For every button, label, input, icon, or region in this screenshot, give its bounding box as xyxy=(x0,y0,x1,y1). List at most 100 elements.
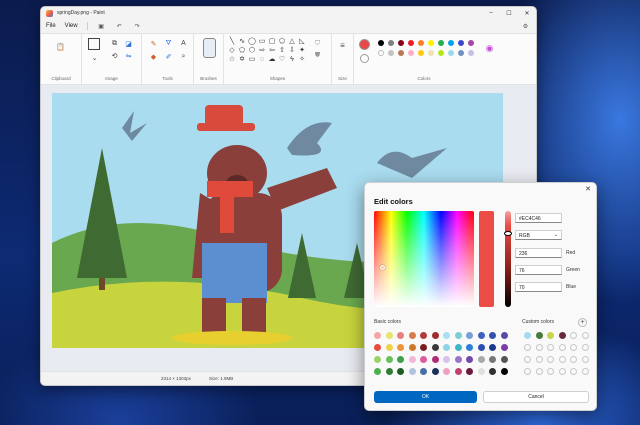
four-point-star-shape-icon[interactable]: ✦ xyxy=(298,47,306,55)
color-picker-icon[interactable]: ✐ xyxy=(164,52,173,61)
custom-color-slot[interactable] xyxy=(547,356,554,363)
diamond-shape-icon[interactable]: ◇ xyxy=(228,47,236,55)
basic-color-swatch[interactable] xyxy=(374,368,381,375)
shape-fill-icon[interactable]: ⛊ xyxy=(313,51,322,60)
luminance-slider[interactable] xyxy=(504,211,512,307)
palette-swatch[interactable] xyxy=(438,40,444,46)
rectangle-shape-icon[interactable]: ▭ xyxy=(258,38,266,46)
hex-input[interactable]: #EC4C46 xyxy=(515,213,562,223)
palette-swatch[interactable] xyxy=(388,40,394,46)
palette-swatch[interactable] xyxy=(398,40,404,46)
basic-color-swatch[interactable] xyxy=(397,344,404,351)
custom-color-slot[interactable] xyxy=(535,368,543,375)
oval-callout-shape-icon[interactable]: ◌ xyxy=(258,56,266,64)
palette-swatch[interactable] xyxy=(438,50,444,56)
basic-color-swatch[interactable] xyxy=(385,344,393,351)
blue-input[interactable]: 70 xyxy=(515,282,562,292)
slider-knob[interactable] xyxy=(504,231,512,236)
down-arrow-shape-icon[interactable]: ⇩ xyxy=(288,47,296,55)
basic-color-swatch[interactable] xyxy=(385,368,393,375)
custom-color-slot[interactable] xyxy=(581,356,589,363)
custom-color-slot[interactable] xyxy=(570,368,577,375)
size-icon[interactable]: ≡ xyxy=(338,41,347,50)
pencil-icon[interactable]: ✎ xyxy=(149,39,158,48)
custom-color-slot[interactable] xyxy=(547,344,554,351)
redo-icon[interactable]: ↷ xyxy=(133,23,142,30)
close-icon[interactable]: ✕ xyxy=(518,7,536,19)
custom-color-slot[interactable] xyxy=(547,368,554,375)
palette-swatch[interactable] xyxy=(388,50,394,56)
palette-swatch[interactable] xyxy=(398,50,404,56)
custom-color-slot[interactable] xyxy=(524,344,531,351)
basic-color-swatch[interactable] xyxy=(374,344,381,351)
basic-color-swatch[interactable] xyxy=(397,356,404,363)
magnifier-icon[interactable]: ⌕ xyxy=(179,52,188,61)
palette-swatch[interactable] xyxy=(408,50,414,56)
palette-swatch[interactable] xyxy=(428,40,434,46)
palette-swatch[interactable] xyxy=(378,40,384,46)
custom-color-slot[interactable] xyxy=(581,332,589,339)
custom-color-slot[interactable] xyxy=(581,368,589,375)
custom-color-slot[interactable] xyxy=(524,368,531,375)
basic-color-swatch[interactable] xyxy=(489,368,496,375)
paste-icon[interactable]: 📋 xyxy=(56,42,65,51)
eraser-icon[interactable]: ◆ xyxy=(149,52,158,61)
resize-icon[interactable]: ◪ xyxy=(124,39,133,48)
basic-color-swatch[interactable] xyxy=(489,356,496,363)
secondary-color[interactable] xyxy=(360,54,369,63)
basic-color-swatch[interactable] xyxy=(477,368,485,375)
basic-color-swatch[interactable] xyxy=(431,332,439,339)
basic-color-swatch[interactable] xyxy=(420,368,427,375)
six-point-star-shape-icon[interactable]: ✡ xyxy=(238,56,246,64)
custom-color-slot[interactable] xyxy=(558,332,566,339)
basic-color-swatch[interactable] xyxy=(443,344,450,351)
primary-color[interactable] xyxy=(359,39,370,50)
custom-color-slot[interactable] xyxy=(570,332,577,339)
custom-color-slot[interactable] xyxy=(524,356,531,363)
basic-color-swatch[interactable] xyxy=(466,344,473,351)
freeform-shape-icon[interactable]: ✧ xyxy=(298,56,306,64)
basic-color-swatch[interactable] xyxy=(454,356,462,363)
right-triangle-shape-icon[interactable]: ◺ xyxy=(298,38,306,46)
basic-color-swatch[interactable] xyxy=(431,344,439,351)
left-arrow-shape-icon[interactable]: ⇦ xyxy=(268,47,276,55)
palette-swatch[interactable] xyxy=(428,50,434,56)
basic-color-swatch[interactable] xyxy=(500,368,508,375)
basic-color-swatch[interactable] xyxy=(397,368,404,375)
basic-color-swatch[interactable] xyxy=(420,344,427,351)
menu-file[interactable]: File xyxy=(46,23,56,29)
basic-color-swatch[interactable] xyxy=(408,356,416,363)
basic-color-swatch[interactable] xyxy=(420,332,427,339)
basic-color-swatch[interactable] xyxy=(374,332,381,339)
color-spectrum[interactable] xyxy=(374,211,474,307)
hexagon-shape-icon[interactable]: ⬡ xyxy=(248,47,256,55)
fill-icon[interactable]: ⛛ xyxy=(164,39,173,48)
basic-color-swatch[interactable] xyxy=(443,356,450,363)
edit-colors-icon[interactable]: ◉ xyxy=(485,43,494,53)
basic-color-swatch[interactable] xyxy=(477,356,485,363)
basic-color-swatch[interactable] xyxy=(477,344,485,351)
line-shape-icon[interactable]: ╲ xyxy=(228,38,236,46)
save-icon[interactable]: ▣ xyxy=(97,23,106,30)
basic-color-swatch[interactable] xyxy=(489,332,496,339)
five-point-star-shape-icon[interactable]: ☆ xyxy=(228,56,236,64)
basic-color-swatch[interactable] xyxy=(408,332,416,339)
spectrum-cursor[interactable] xyxy=(380,265,385,270)
settings-icon[interactable]: ⚙ xyxy=(521,23,530,30)
up-arrow-shape-icon[interactable]: ⇧ xyxy=(278,47,286,55)
undo-icon[interactable]: ↶ xyxy=(115,23,124,30)
brush-icon[interactable] xyxy=(203,38,216,58)
custom-color-slot[interactable] xyxy=(547,332,554,339)
basic-color-swatch[interactable] xyxy=(408,368,416,375)
text-icon[interactable]: A xyxy=(179,39,188,48)
custom-color-slot[interactable] xyxy=(558,356,566,363)
custom-color-slot[interactable] xyxy=(558,368,566,375)
polygon-shape-icon[interactable]: ⬠ xyxy=(278,38,286,46)
basic-color-swatch[interactable] xyxy=(466,332,473,339)
heart-shape-icon[interactable]: ♡ xyxy=(278,56,286,64)
basic-color-swatch[interactable] xyxy=(466,356,473,363)
triangle-shape-icon[interactable]: △ xyxy=(288,38,296,46)
basic-color-swatch[interactable] xyxy=(385,356,393,363)
lightning-shape-icon[interactable]: ϟ xyxy=(288,56,296,64)
palette-swatch[interactable] xyxy=(418,40,424,46)
